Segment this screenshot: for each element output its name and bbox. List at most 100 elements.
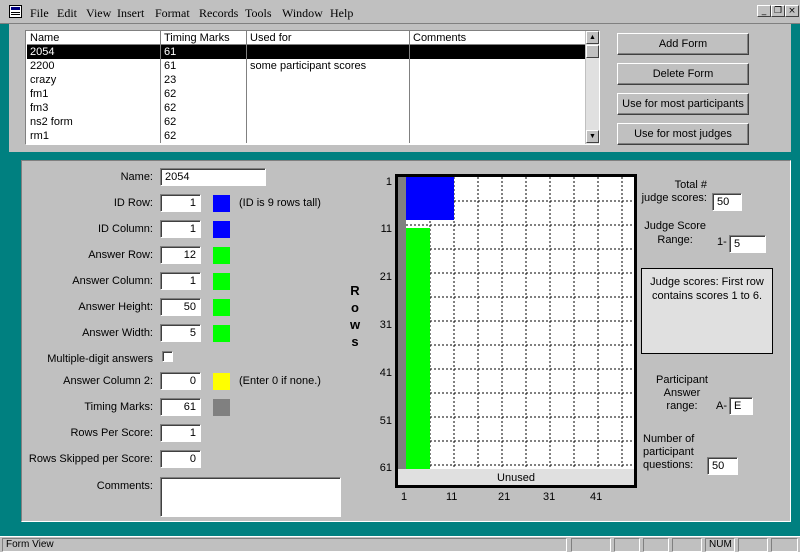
list-cell-timing: 62 bbox=[161, 115, 247, 129]
col-tick-31: 31 bbox=[543, 491, 556, 503]
id-row-input[interactable]: 1 bbox=[160, 194, 201, 212]
participant-questions-label: Number of participant questions: bbox=[643, 433, 695, 471]
row-tick-11: 11 bbox=[380, 223, 392, 235]
delete-form-button[interactable]: Delete Form bbox=[617, 63, 749, 85]
participant-range-prefix: A- bbox=[716, 400, 727, 412]
scroll-down-icon[interactable]: ▼ bbox=[586, 130, 599, 143]
rows-skipped-input[interactable]: 0 bbox=[160, 450, 201, 468]
col-tick-11: 11 bbox=[446, 491, 458, 503]
answer-row-color-swatch bbox=[213, 247, 230, 264]
status-pane-3 bbox=[643, 538, 669, 552]
list-cell-name: 2054 bbox=[27, 45, 161, 59]
timing-marks-input[interactable]: 61 bbox=[160, 398, 201, 416]
minimize-icon[interactable]: _ bbox=[757, 5, 771, 17]
id-row-label: ID Row: bbox=[113, 197, 153, 209]
list-cell-comments bbox=[410, 87, 587, 101]
id-column-input[interactable]: 1 bbox=[160, 220, 201, 238]
rows-per-score-input[interactable]: 1 bbox=[160, 424, 201, 442]
answer-column2-label: Answer Column 2: bbox=[63, 375, 153, 387]
list-cell-comments bbox=[410, 129, 587, 143]
menu-window[interactable]: Window bbox=[282, 6, 323, 21]
answer-width-color-swatch bbox=[213, 325, 230, 342]
list-cell-comments bbox=[410, 45, 587, 59]
rows-skipped-label: Rows Skipped per Score: bbox=[28, 453, 153, 465]
column-header-comments[interactable]: Comments bbox=[410, 31, 587, 45]
answer-height-input[interactable]: 50 bbox=[160, 298, 201, 316]
form-app-icon[interactable] bbox=[9, 5, 22, 18]
menu-help[interactable]: Help bbox=[330, 6, 353, 21]
list-cell-used-for: some participant scores bbox=[247, 59, 410, 73]
close-icon[interactable]: × bbox=[785, 5, 799, 17]
judge-score-range-input[interactable]: 5 bbox=[729, 235, 766, 253]
multiple-digit-checkbox[interactable] bbox=[162, 351, 173, 362]
use-for-participants-button[interactable]: Use for most participants bbox=[617, 93, 749, 115]
list-cell-used-for bbox=[247, 45, 410, 59]
answer-region bbox=[406, 228, 430, 469]
scroll-thumb[interactable] bbox=[586, 45, 599, 58]
listbox-scrollbar[interactable]: ▲ ▼ bbox=[585, 31, 599, 144]
answer-column-color-swatch bbox=[213, 273, 230, 290]
comments-label: Comments: bbox=[96, 480, 153, 492]
list-item[interactable]: crazy 23 bbox=[27, 73, 587, 87]
menu-tools[interactable]: Tools bbox=[245, 6, 272, 21]
answer-column-input[interactable]: 1 bbox=[160, 272, 201, 290]
row-tick-61: 61 bbox=[379, 462, 392, 474]
list-cell-timing: 23 bbox=[161, 73, 247, 87]
column-header-name[interactable]: Name bbox=[27, 31, 161, 45]
use-for-judges-button[interactable]: Use for most judges bbox=[617, 123, 749, 145]
participant-answer-range-input[interactable]: E bbox=[729, 397, 753, 415]
id-height-note: (ID is 9 rows tall) bbox=[239, 197, 321, 209]
status-pane-1 bbox=[571, 538, 611, 552]
column-header-timing[interactable]: Timing Marks bbox=[161, 31, 247, 45]
list-item[interactable]: fm1 62 bbox=[27, 87, 587, 101]
list-cell-used-for bbox=[247, 115, 410, 129]
id-column-label: ID Column: bbox=[97, 223, 153, 235]
name-input[interactable]: 2054 bbox=[160, 168, 266, 186]
comments-textarea[interactable] bbox=[160, 477, 341, 517]
menu-edit[interactable]: Edit bbox=[57, 6, 77, 21]
add-form-button[interactable]: Add Form bbox=[617, 33, 749, 55]
column-header-used-for[interactable]: Used for bbox=[247, 31, 410, 45]
answer-row-input[interactable]: 12 bbox=[160, 246, 201, 264]
total-judge-scores-input[interactable]: 50 bbox=[712, 193, 742, 211]
scroll-up-icon[interactable]: ▲ bbox=[586, 31, 599, 44]
participant-questions-input[interactable]: 50 bbox=[707, 457, 738, 475]
status-num-indicator: NUM bbox=[705, 538, 735, 552]
menu-view[interactable]: View bbox=[86, 6, 111, 21]
listbox-header: Name Timing Marks Used for Comments bbox=[27, 31, 587, 45]
list-item[interactable]: ns2 form 62 bbox=[27, 115, 587, 129]
list-cell-timing: 62 bbox=[161, 87, 247, 101]
rows-per-score-label: Rows Per Score: bbox=[70, 427, 153, 439]
list-item[interactable]: 2200 61 some participant scores bbox=[27, 59, 587, 73]
form-listbox[interactable]: Name Timing Marks Used for Comments 2054… bbox=[25, 30, 600, 145]
multiple-digit-label: Multiple-digit answers bbox=[47, 353, 153, 365]
status-pane-4 bbox=[672, 538, 702, 552]
menu-file[interactable]: File bbox=[30, 6, 49, 21]
name-label: Name: bbox=[120, 171, 153, 183]
list-item[interactable]: 2054 61 bbox=[27, 45, 587, 59]
list-item[interactable]: fm3 62 bbox=[27, 101, 587, 115]
answer-width-label: Answer Width: bbox=[82, 327, 153, 339]
row-tick-21: 21 bbox=[379, 271, 392, 283]
list-item[interactable]: rm1 62 bbox=[27, 129, 587, 143]
answer-width-input[interactable]: 5 bbox=[160, 324, 201, 342]
judge-score-range-label: Judge Score Range: bbox=[644, 220, 706, 246]
answer-column2-input[interactable]: 0 bbox=[160, 372, 201, 390]
menu-format[interactable]: Format bbox=[155, 6, 190, 21]
answer-column2-note: (Enter 0 if none.) bbox=[239, 375, 321, 387]
judge-scores-info: Judge scores: First row contains scores … bbox=[641, 268, 773, 354]
list-cell-used-for bbox=[247, 101, 410, 115]
menu-records[interactable]: Records bbox=[199, 6, 238, 21]
restore-icon[interactable]: ❐ bbox=[771, 5, 785, 17]
status-pane-6 bbox=[738, 538, 768, 552]
timing-marks-region bbox=[398, 177, 406, 469]
col-tick-1: 1 bbox=[401, 491, 408, 503]
menu-insert[interactable]: Insert bbox=[117, 6, 144, 21]
total-judge-scores-label: Total # judge scores: bbox=[641, 179, 707, 204]
timing-marks-label: Timing Marks: bbox=[84, 401, 153, 413]
form-layout-grid: Unused bbox=[395, 174, 637, 488]
list-cell-name: fm3 bbox=[27, 101, 161, 115]
row-tick-31: 31 bbox=[379, 319, 392, 331]
list-cell-comments bbox=[410, 59, 587, 73]
list-cell-name: rm1 bbox=[27, 129, 161, 143]
